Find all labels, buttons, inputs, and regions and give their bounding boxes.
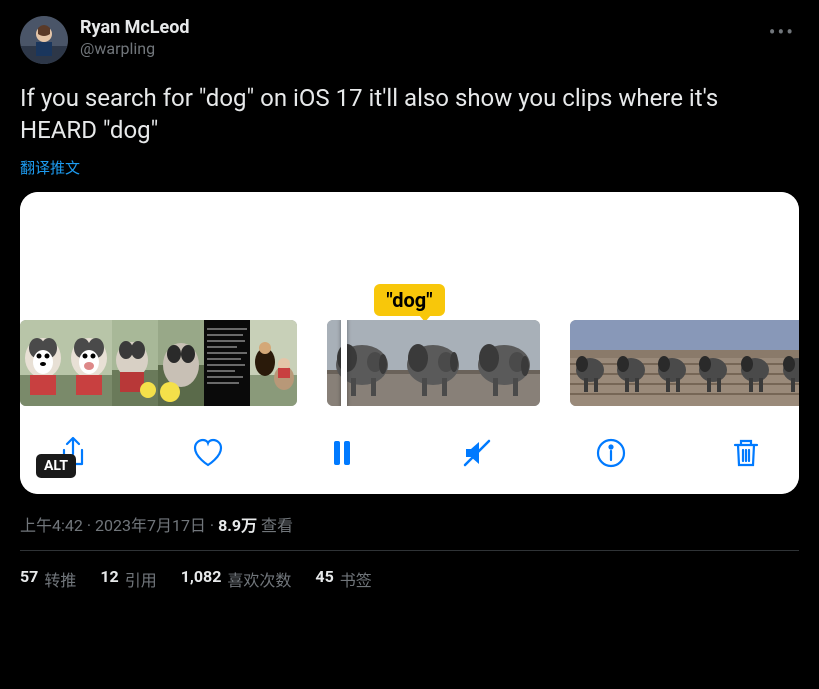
clip-frame: [112, 320, 158, 406]
likes-stat[interactable]: 1,082 喜欢次数: [181, 567, 292, 591]
clip-frame: [734, 320, 776, 406]
clip-frame: [776, 320, 799, 406]
tweet-date[interactable]: 2023年7月17日: [95, 516, 206, 535]
info-button[interactable]: [594, 436, 628, 470]
media-card[interactable]: "dog": [20, 192, 799, 494]
tweet-text: If you search for "dog" on iOS 17 it'll …: [20, 82, 799, 147]
clip-frame: [327, 320, 398, 406]
clip-frame: [693, 320, 734, 406]
playhead[interactable]: [341, 320, 347, 406]
mute-button[interactable]: [460, 436, 494, 470]
tweet-meta: 上午4:42 · 2023年7月17日 · 8.9万 查看: [20, 512, 799, 536]
media-toolbar: [20, 414, 799, 494]
alt-badge[interactable]: ALT: [36, 454, 76, 478]
bookmarks-stat[interactable]: 45 书签: [315, 567, 371, 591]
tweet-header: Ryan McLeod @warpling •••: [20, 16, 799, 64]
clip-frame: [611, 320, 652, 406]
tweet-time[interactable]: 上午4:42: [20, 516, 83, 535]
tooltip-row: "dog": [20, 284, 799, 320]
clip-group[interactable]: [20, 320, 297, 406]
handle: @warpling: [80, 39, 190, 60]
clip-frame: [20, 320, 66, 406]
translate-link[interactable]: 翻译推文: [20, 157, 799, 178]
views-label: 查看: [257, 516, 293, 535]
clip-frame: [652, 320, 693, 406]
author-name-block[interactable]: Ryan McLeod @warpling: [80, 16, 190, 60]
clip-frame: [204, 320, 250, 406]
clip-frame: [570, 320, 611, 406]
avatar[interactable]: [20, 16, 68, 64]
quotes-stat[interactable]: 12 引用: [100, 567, 156, 591]
clip-frame: [66, 320, 112, 406]
stats-row: 57 转推 12 引用 1,082 喜欢次数 45 书签: [20, 551, 799, 591]
like-button[interactable]: [191, 436, 225, 470]
pause-button[interactable]: [325, 436, 359, 470]
clip-group[interactable]: [570, 320, 799, 406]
search-term-tooltip: "dog": [374, 284, 444, 316]
clip-frame: [158, 320, 204, 406]
clip-frame: [469, 320, 540, 406]
clip-frame: [398, 320, 469, 406]
retweets-stat[interactable]: 57 转推: [20, 567, 76, 591]
tweet-container: Ryan McLeod @warpling ••• If you search …: [0, 0, 819, 591]
clip-frame: [250, 320, 297, 406]
delete-button[interactable]: [729, 436, 763, 470]
views-count: 8.9万: [218, 516, 257, 535]
video-timeline[interactable]: [20, 320, 799, 414]
more-options-button[interactable]: •••: [765, 16, 799, 48]
media-top-space: [20, 192, 799, 284]
clip-group-active[interactable]: [327, 320, 540, 406]
display-name: Ryan McLeod: [80, 16, 190, 39]
